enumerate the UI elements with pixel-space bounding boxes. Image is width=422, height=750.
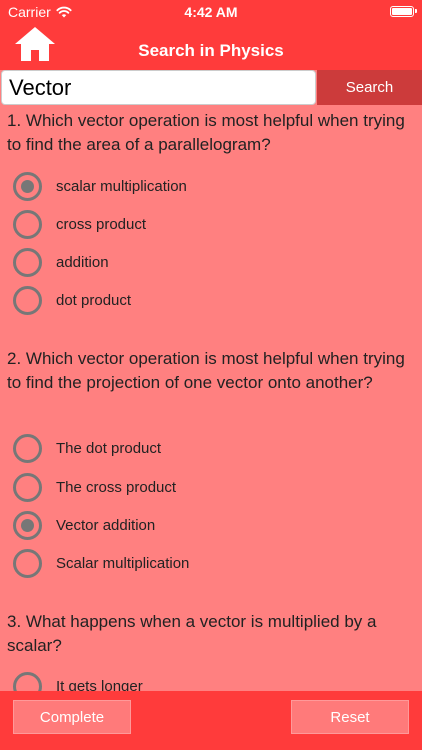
footer-bar: Complete Reset	[0, 691, 422, 750]
option-label: scalar multiplication	[56, 177, 187, 195]
q3-option-1[interactable]: It gets longer	[13, 669, 393, 691]
option-label: It gets longer	[56, 677, 143, 692]
radio-button[interactable]	[13, 247, 42, 277]
search-input[interactable]	[1, 70, 316, 105]
radio-button[interactable]	[13, 433, 42, 463]
q2-option-4[interactable]: Scalar multiplication	[13, 546, 393, 580]
question-list: 1. Which vector operation is most helpfu…	[0, 109, 422, 691]
option-label: The dot product	[56, 439, 162, 457]
radio-button[interactable]	[13, 209, 42, 239]
question-2-text: 2. Which vector operation is most helpfu…	[7, 349, 405, 392]
clock: 4:42 AM	[184, 4, 238, 20]
radio-button[interactable]	[13, 472, 42, 502]
option-label: addition	[56, 253, 109, 271]
status-bar: Carrier 4:42 AM	[0, 0, 422, 24]
radio-button[interactable]	[13, 548, 42, 578]
q1-option-1[interactable]: scalar multiplication	[13, 169, 393, 203]
question-1-text: 1. Which vector operation is most helpfu…	[7, 111, 405, 154]
radio-button[interactable]	[13, 285, 42, 315]
reset-button[interactable]: Reset	[291, 700, 409, 734]
radio-button[interactable]	[13, 671, 42, 691]
option-label: Scalar multiplication	[56, 554, 190, 572]
q1-option-3[interactable]: addition	[13, 245, 393, 279]
header-bar: Carrier 4:42 AM Search in Physics	[0, 0, 422, 70]
question-3-text: 3. What happens when a vector is multipl…	[7, 612, 377, 655]
radio-button-selected[interactable]	[13, 171, 42, 201]
page-title: Search in Physics	[138, 41, 284, 60]
q2-option-3[interactable]: Vector addition	[13, 508, 393, 542]
battery-icon	[390, 6, 417, 17]
q2-option-2[interactable]: The cross product	[13, 470, 393, 504]
complete-button[interactable]: Complete	[13, 700, 131, 734]
option-label: Vector addition	[56, 516, 156, 534]
q1-option-2[interactable]: cross product	[13, 207, 393, 241]
q1-option-4[interactable]: dot product	[13, 283, 393, 317]
radio-button-selected[interactable]	[13, 510, 42, 540]
option-label: dot product	[56, 291, 132, 309]
option-label: The cross product	[56, 478, 177, 496]
q2-option-1[interactable]: The dot product	[13, 431, 393, 465]
option-label: cross product	[56, 215, 147, 233]
search-bar: Search	[0, 70, 422, 106]
search-button[interactable]: Search	[317, 70, 422, 105]
